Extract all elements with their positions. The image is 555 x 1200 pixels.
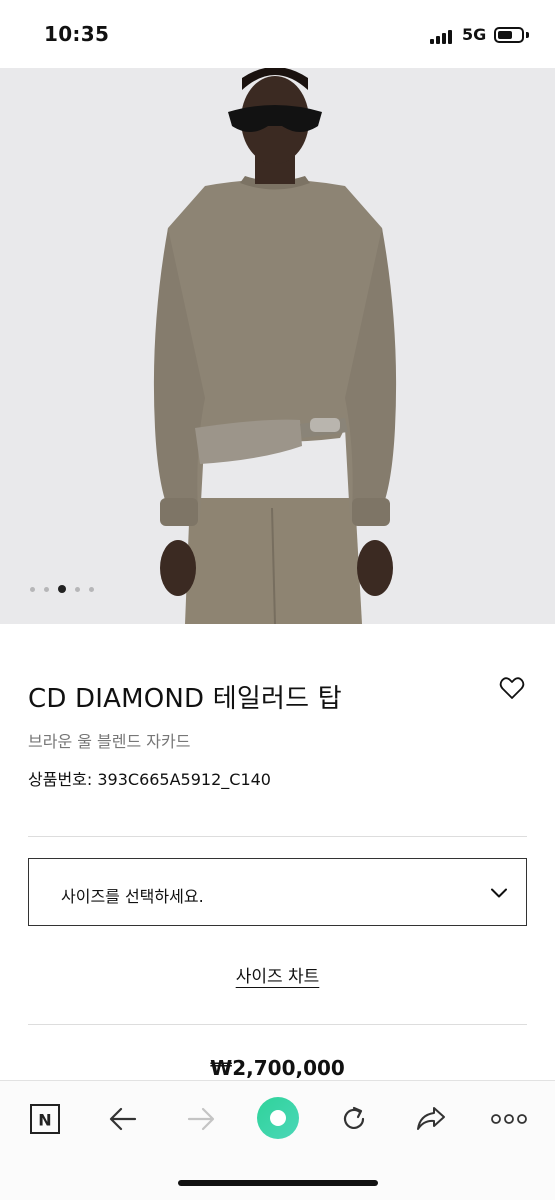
divider <box>28 836 527 837</box>
size-select-placeholder: 사이즈를 선택하세요. <box>61 887 204 906</box>
back-icon[interactable] <box>103 1099 143 1139</box>
carousel-dots[interactable] <box>30 584 94 594</box>
size-chart-link[interactable]: 사이즈 차트 <box>236 967 320 987</box>
refresh-icon[interactable] <box>334 1099 374 1139</box>
product-subtitle: 브라운 울 블렌드 자카드 <box>28 732 191 751</box>
size-select[interactable]: 사이즈를 선택하세요. <box>28 858 527 926</box>
green-dot-icon[interactable] <box>256 1096 300 1140</box>
carousel-dot[interactable] <box>89 586 94 592</box>
status-time: 10:35 <box>44 22 110 46</box>
product-image[interactable] <box>0 68 555 624</box>
home-indicator <box>178 1180 378 1186</box>
heart-icon[interactable] <box>498 674 526 702</box>
divider <box>28 1024 527 1025</box>
naver-home-icon[interactable]: N <box>25 1099 65 1139</box>
share-icon[interactable] <box>411 1099 451 1139</box>
carousel-dot[interactable] <box>75 586 80 592</box>
product-name: CD DIAMOND 테일러드 탑 <box>28 684 342 714</box>
chevron-down-icon <box>491 888 507 898</box>
more-icon[interactable] <box>489 1099 529 1139</box>
network-type: 5G <box>462 25 487 44</box>
carousel-dot[interactable] <box>44 586 49 592</box>
signal-icon <box>430 28 456 44</box>
product-code: 상품번호: 393C665A5912_C140 <box>28 770 271 789</box>
product-photo <box>0 68 555 624</box>
carousel-dot-active[interactable] <box>58 585 66 593</box>
status-bar: 10:35 5G <box>0 0 555 68</box>
size-chart-container: 사이즈 차트 <box>0 962 555 987</box>
battery-icon <box>494 27 524 43</box>
svg-text:N: N <box>38 1111 51 1130</box>
carousel-dot[interactable] <box>30 586 35 592</box>
price: ₩2,700,000 <box>210 1056 345 1080</box>
forward-icon[interactable] <box>181 1099 221 1139</box>
